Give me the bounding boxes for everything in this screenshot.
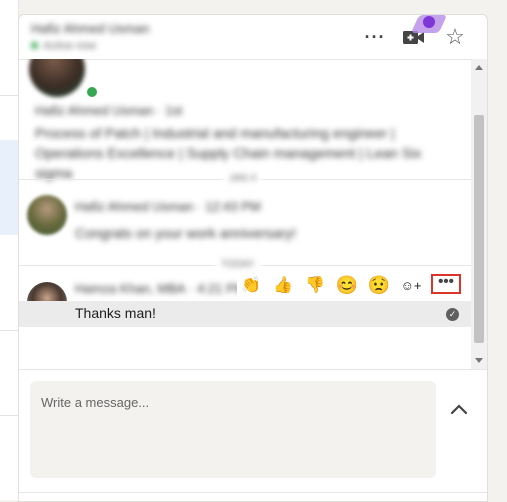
thumbs-up-reaction-button[interactable]: 👍: [271, 274, 295, 297]
more-options-button[interactable]: ···: [361, 23, 389, 51]
message-input[interactable]: [30, 381, 436, 478]
expand-compose-button[interactable]: [449, 402, 469, 418]
selected-conversation-highlight[interactable]: [0, 140, 18, 235]
compose-divider: [19, 492, 487, 493]
conversation-list-edge: [0, 0, 19, 500]
list-divider: [0, 415, 18, 416]
sad-reaction-button[interactable]: 😟: [367, 274, 391, 297]
online-indicator: [31, 42, 38, 49]
sender-name[interactable]: Hafiz Ahmed Usman · 1st: [35, 103, 182, 118]
avatar[interactable]: [27, 195, 67, 235]
compose-area: [19, 369, 487, 501]
avatar[interactable]: [29, 59, 85, 97]
contact-status: Active now: [31, 40, 96, 52]
more-horizontal-icon: ···: [364, 26, 386, 47]
scroll-down-arrow-icon[interactable]: [475, 358, 483, 363]
thread-scrollbar[interactable]: [471, 59, 487, 369]
thumbs-down-reaction-button[interactable]: 👎: [303, 274, 327, 297]
reaction-bar: 👏 👍 👎 😊 😟 ☺+ •••: [237, 272, 469, 299]
status-text: Active now: [43, 40, 97, 52]
message-row[interactable]: Thanks man! ✓: [19, 301, 471, 327]
premium-badge-dot: [423, 16, 435, 28]
sender-name[interactable]: Hafiz Ahmed Usman · 12:43 PM: [75, 199, 261, 214]
scroll-up-arrow-icon[interactable]: [475, 65, 483, 70]
message-thread[interactable]: Hafiz Ahmed Usman · 1st Process of Patch…: [19, 59, 471, 369]
clap-reaction-button[interactable]: 👏: [239, 274, 263, 297]
day-label: JAN 4: [223, 173, 263, 184]
check-circle-icon: ✓: [446, 308, 459, 321]
day-label: TODAY: [215, 259, 261, 270]
chevron-up-icon: [450, 404, 468, 415]
message-time: 12:43 PM: [205, 199, 261, 214]
chat-window: Hafiz Ahmed Usman Active now ··· ☆ Hafiz…: [18, 14, 488, 502]
smile-reaction-button[interactable]: 😊: [335, 274, 359, 297]
sender-degree: 1st: [165, 103, 183, 118]
message-more-options-button[interactable]: •••: [431, 274, 461, 294]
contact-name[interactable]: Hafiz Ahmed Usman: [31, 21, 150, 36]
scrollbar-thumb[interactable]: [474, 115, 484, 343]
list-divider: [0, 330, 18, 331]
sender-name[interactable]: Hamza Khan, MBA · 4:21 PM: [75, 281, 246, 296]
add-reaction-button[interactable]: ☺+: [399, 274, 423, 297]
message-text: Thanks man!: [75, 305, 156, 321]
chat-header[interactable]: Hafiz Ahmed Usman Active now ··· ☆: [19, 15, 487, 60]
message-text: Congrats on your work anniversary!: [75, 225, 296, 241]
star-outline-icon: ☆: [445, 24, 465, 49]
list-divider: [0, 95, 18, 96]
star-conversation-button[interactable]: ☆: [441, 23, 469, 51]
online-indicator: [85, 85, 99, 99]
